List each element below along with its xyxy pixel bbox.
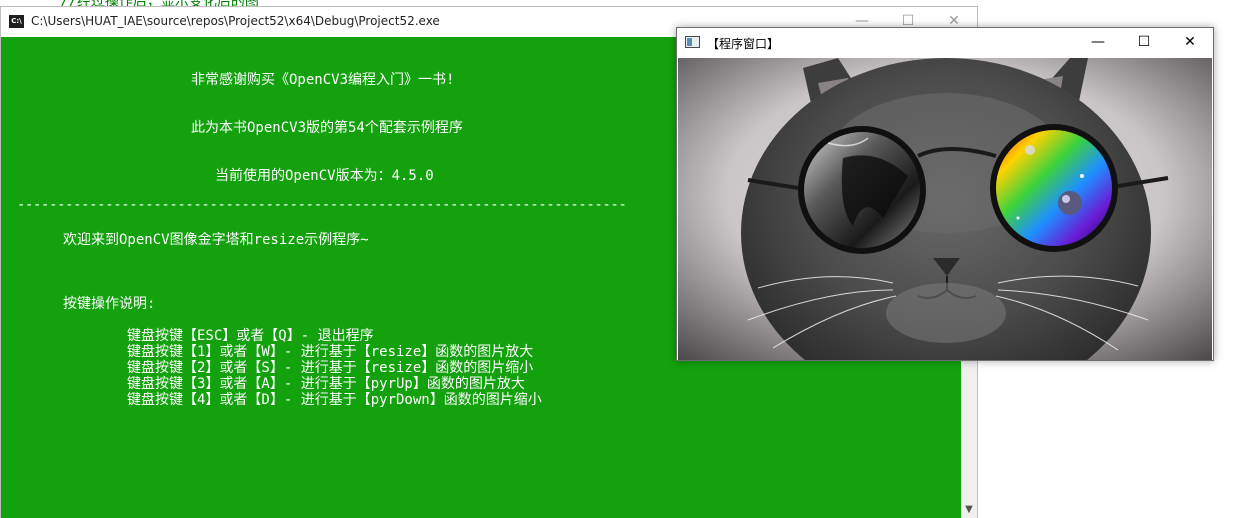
thanks-line: 非常感谢购买《OpenCV3编程入门》一书! [191, 72, 455, 88]
cat-image [678, 58, 1212, 360]
window-app-icon [685, 36, 700, 48]
maximize-button[interactable]: ☐ [1121, 28, 1167, 58]
instruction-line: 键盘按键【4】或者【D】- 进行基于【pyrDown】函数的图片缩小 [127, 392, 542, 408]
close-button[interactable]: ✕ [1167, 28, 1213, 58]
image-window-title: 【程序窗口】 [707, 37, 780, 51]
instructions-header: 按键操作说明: [63, 296, 156, 312]
welcome-line: 欢迎来到OpenCV图像金字塔和resize示例程序~ [63, 232, 369, 248]
console-app-icon: C:\ [9, 15, 24, 28]
image-window[interactable]: 【程序窗口】 — ☐ ✕ [676, 27, 1214, 361]
image-window-titlebar[interactable]: 【程序窗口】 — ☐ ✕ [677, 28, 1213, 58]
console-window-title: C:\Users\HUAT_IAE\source\repos\Project52… [31, 14, 440, 28]
version-line: 当前使用的OpenCV版本为：4.5.0 [215, 168, 434, 184]
scroll-down-icon[interactable]: ▼ [961, 502, 977, 518]
minimize-button[interactable]: — [1075, 28, 1121, 58]
divider-line: ----------------------------------------… [17, 197, 627, 213]
sample-info-line: 此为本书OpenCV3版的第54个配套示例程序 [191, 120, 463, 136]
